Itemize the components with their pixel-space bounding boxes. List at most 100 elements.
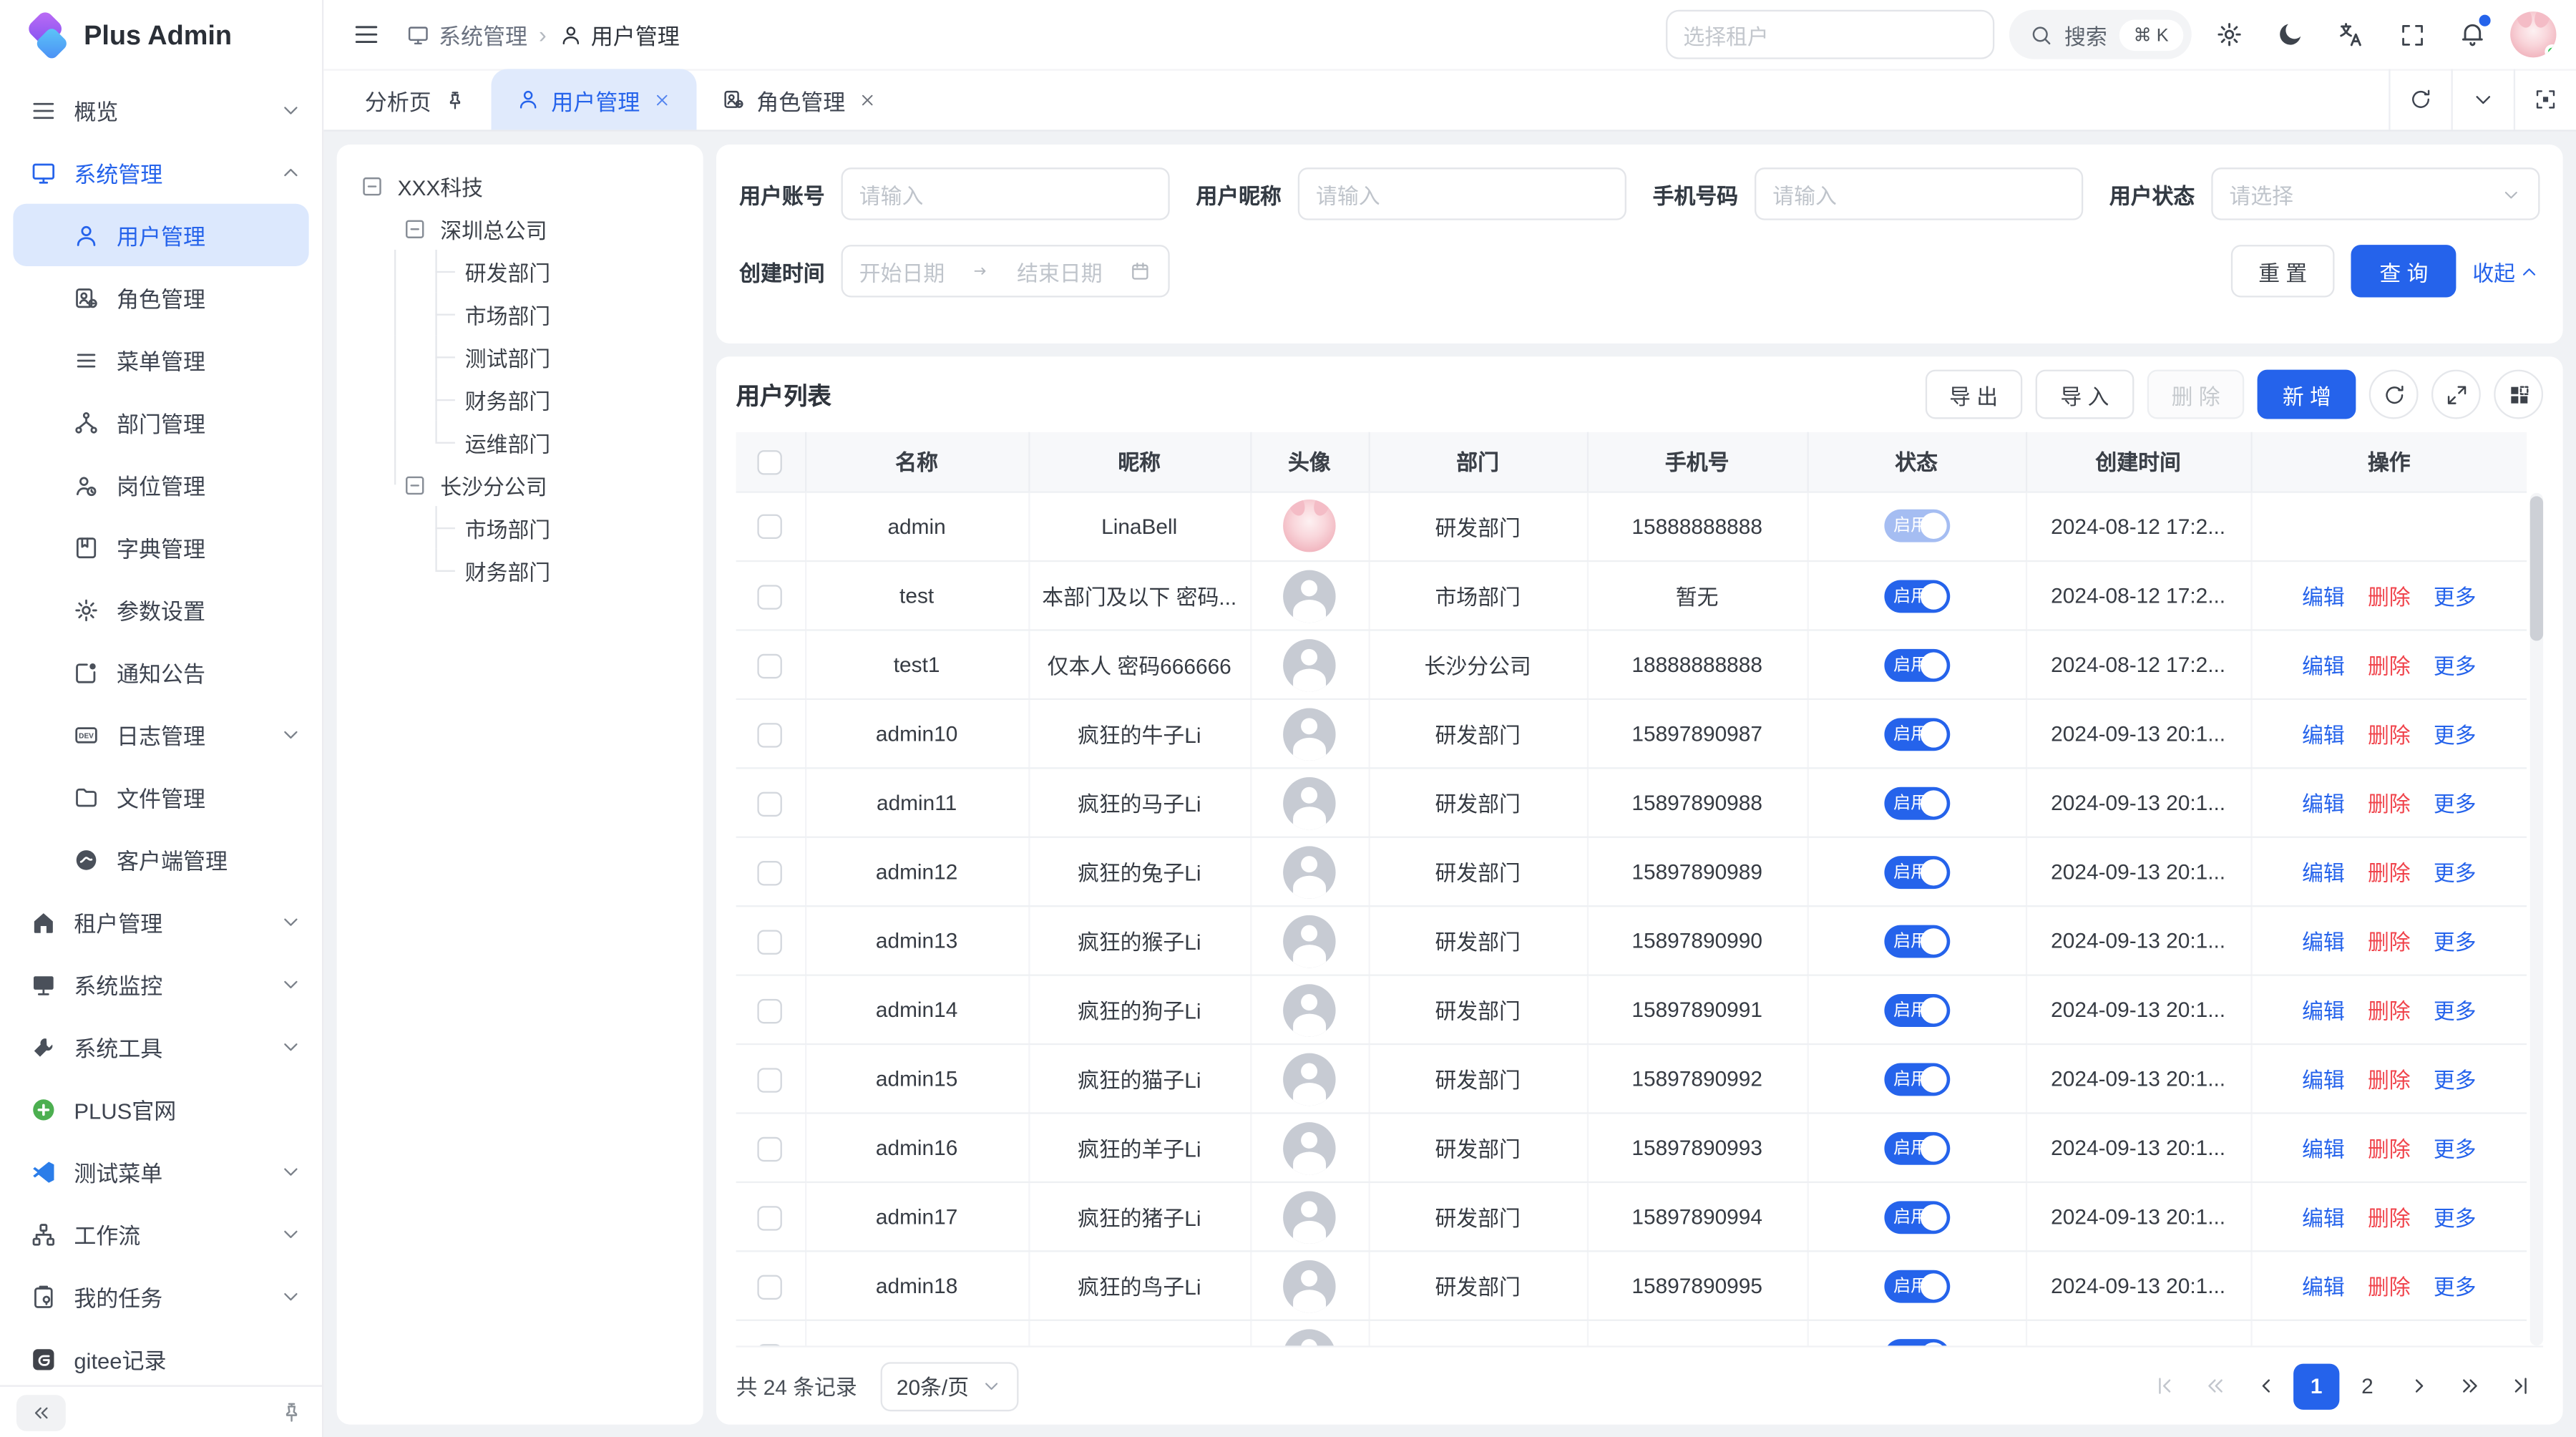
global-search[interactable]: 搜索 ⌘ K	[2009, 10, 2192, 59]
delete-link[interactable]: 删除	[2368, 585, 2411, 609]
more-link[interactable]: 更多	[2434, 1275, 2477, 1300]
pager-prev-group-button[interactable]	[2192, 1363, 2238, 1408]
more-link[interactable]: 更多	[2434, 654, 2477, 678]
row-checkbox[interactable]	[758, 1275, 782, 1299]
more-link[interactable]: 更多	[2434, 723, 2477, 747]
more-link[interactable]: 更多	[2434, 861, 2477, 885]
more-link[interactable]: 更多	[2434, 930, 2477, 954]
edit-link[interactable]: 编辑	[2302, 654, 2345, 678]
more-link[interactable]: 更多	[2434, 1068, 2477, 1092]
reset-button[interactable]: 重 置	[2230, 245, 2335, 297]
sidebar-item-system-management[interactable]: 系统管理	[0, 141, 322, 203]
sidebar-item-dict-management[interactable]: 字典管理	[0, 516, 322, 578]
sidebar-item-user-management[interactable]: 用户管理	[13, 204, 308, 266]
settings-button[interactable]	[2206, 11, 2252, 57]
more-link[interactable]: 更多	[2434, 1206, 2477, 1230]
sidebar-item-file-management[interactable]: 文件管理	[0, 766, 322, 828]
status-toggle[interactable]: 启用	[1883, 924, 1949, 957]
delete-link[interactable]: 删除	[2368, 723, 2411, 747]
status-toggle[interactable]: 启用	[1883, 1270, 1949, 1302]
pager-next-button[interactable]	[2395, 1363, 2441, 1408]
table-columns-button[interactable]	[2494, 370, 2543, 419]
pager-last-button[interactable]	[2497, 1363, 2543, 1408]
brand[interactable]: Plus Admin	[0, 0, 322, 72]
status-toggle[interactable]: 启用	[1883, 1200, 1949, 1233]
status-toggle[interactable]: 启用	[1883, 993, 1949, 1026]
created-daterange-input[interactable]: 开始日期 结束日期	[841, 245, 1170, 297]
user-avatar[interactable]	[2510, 11, 2556, 57]
delete-link[interactable]: 删除	[2368, 1137, 2411, 1161]
add-button[interactable]: 新 增	[2258, 370, 2356, 419]
status-toggle[interactable]: 启用	[1883, 648, 1949, 681]
sidebar-item-role-management[interactable]: 角色管理	[0, 266, 322, 328]
sidebar-item-client-management[interactable]: 客户端管理	[0, 828, 322, 890]
more-link[interactable]: 更多	[2434, 792, 2477, 817]
row-checkbox[interactable]	[758, 515, 782, 539]
edit-link[interactable]: 编辑	[2302, 723, 2345, 747]
pager-page-1[interactable]: 1	[2293, 1363, 2339, 1408]
delete-button[interactable]: 删 除	[2147, 370, 2245, 419]
tab-refresh-button[interactable]	[2389, 69, 2451, 130]
row-checkbox[interactable]	[758, 860, 782, 885]
search-button[interactable]: 查 询	[2351, 245, 2456, 297]
edit-link[interactable]: 编辑	[2302, 1206, 2345, 1230]
tab-menu-button[interactable]	[2451, 69, 2514, 130]
tab-role-management[interactable]: 角色管理	[696, 69, 901, 130]
sidebar-item-dept-management[interactable]: 部门管理	[0, 391, 322, 453]
language-button[interactable]	[2328, 11, 2373, 57]
tree-collapse-icon[interactable]	[403, 472, 427, 497]
phone-input[interactable]: 请输入	[1755, 167, 2083, 220]
tree-node-ops-dept[interactable]: 运维部门	[350, 421, 690, 464]
tab-close-icon[interactable]	[651, 89, 671, 109]
status-toggle[interactable]: 启用	[1883, 786, 1949, 819]
more-link[interactable]: 更多	[2434, 999, 2477, 1023]
row-checkbox[interactable]	[758, 584, 782, 608]
more-link[interactable]: 更多	[2434, 585, 2477, 609]
row-checkbox[interactable]	[758, 1136, 782, 1161]
tree-node-shenzhen-hq[interactable]: 深圳总公司	[350, 207, 690, 250]
tree-node-finance-dept-sz[interactable]: 财务部门	[350, 378, 690, 421]
sidebar-item-test-menu[interactable]: 测试菜单	[0, 1140, 322, 1202]
edit-link[interactable]: 编辑	[2302, 1275, 2345, 1300]
edit-link[interactable]: 编辑	[2302, 792, 2345, 817]
sidebar-item-system-monitor[interactable]: 系统监控	[0, 953, 322, 1015]
row-checkbox[interactable]	[758, 791, 782, 816]
tab-close-icon[interactable]	[857, 89, 877, 109]
pager-prev-button[interactable]	[2243, 1363, 2288, 1408]
page-size-select[interactable]: 20条/页	[880, 1361, 1018, 1411]
status-select[interactable]: 请选择	[2211, 167, 2540, 220]
more-link[interactable]: 更多	[2434, 1137, 2477, 1161]
pager-first-button[interactable]	[2141, 1363, 2187, 1408]
row-checkbox[interactable]	[758, 998, 782, 1023]
delete-link[interactable]: 删除	[2368, 792, 2411, 817]
sidebar-item-notice[interactable]: 通知公告	[0, 640, 322, 703]
delete-link[interactable]: 删除	[2368, 930, 2411, 954]
sidebar-item-overview[interactable]: 概览	[0, 79, 322, 141]
status-toggle[interactable]: 启用	[1883, 510, 1949, 542]
sidebar-item-workflow[interactable]: 工作流	[0, 1203, 322, 1265]
sidebar-collapse-button[interactable]	[16, 1394, 66, 1431]
sidebar-item-gitee[interactable]: gitee记录	[0, 1328, 322, 1385]
nickname-input[interactable]: 请输入	[1298, 167, 1626, 220]
tenant-select[interactable]: 选择租户	[1665, 10, 1994, 59]
sidebar-item-log-management[interactable]: DEV 日志管理	[0, 703, 322, 766]
delete-link[interactable]: 删除	[2368, 861, 2411, 885]
status-toggle[interactable]: 启用	[1883, 579, 1949, 612]
tab-analysis[interactable]: 分析页	[340, 69, 490, 130]
edit-link[interactable]: 编辑	[2302, 930, 2345, 954]
row-checkbox[interactable]	[758, 1205, 782, 1229]
row-checkbox[interactable]	[758, 1343, 782, 1345]
account-input[interactable]: 请输入	[841, 167, 1170, 220]
sidebar-item-plus-site[interactable]: PLUS官网	[0, 1078, 322, 1140]
delete-link[interactable]: 删除	[2368, 1206, 2411, 1230]
status-toggle[interactable]: 启用	[1883, 1338, 1949, 1345]
tab-user-management[interactable]: 用户管理	[490, 69, 696, 130]
breadcrumb-item-user-management[interactable]: 用户管理	[558, 18, 680, 51]
tree-node-rd-dept[interactable]: 研发部门	[350, 250, 690, 293]
scrollbar-thumb[interactable]	[2530, 496, 2543, 640]
tab-fullscreen-button[interactable]	[2514, 69, 2576, 130]
delete-link[interactable]: 删除	[2368, 1068, 2411, 1092]
pager-next-group-button[interactable]	[2446, 1363, 2492, 1408]
edit-link[interactable]: 编辑	[2302, 1068, 2345, 1092]
sidebar-item-system-tools[interactable]: 系统工具	[0, 1015, 322, 1078]
